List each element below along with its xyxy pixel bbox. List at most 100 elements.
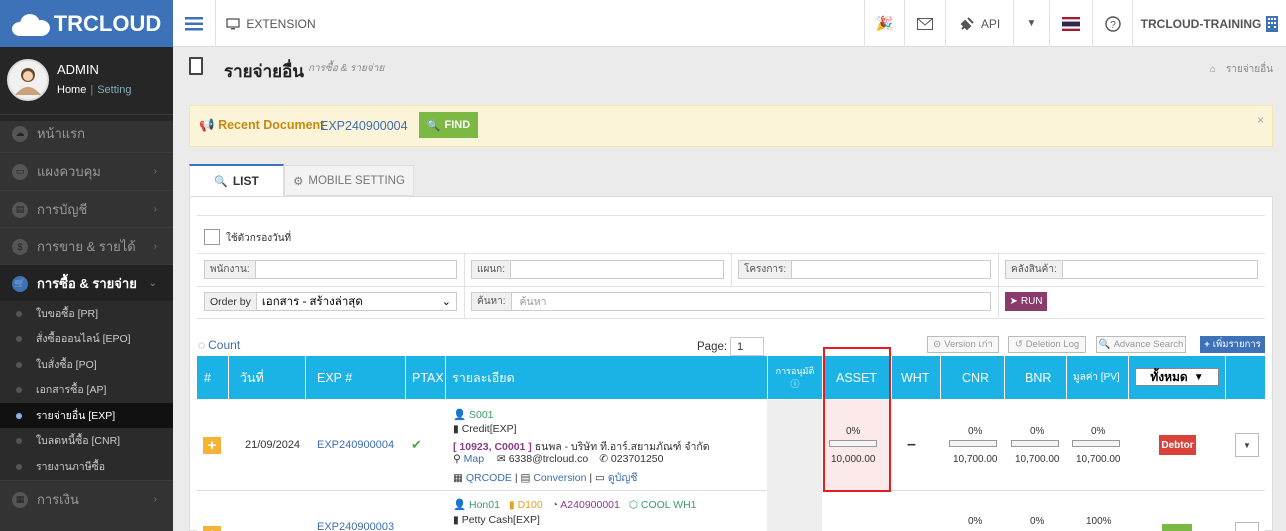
date-filter-checkbox[interactable] [204, 229, 220, 245]
expand-row-button[interactable]: + [203, 526, 221, 531]
count-link[interactable]: ◌ Count [198, 338, 240, 352]
book-icon: ▮ [453, 423, 459, 435]
employee-field[interactable]: พนักงาน: [204, 260, 457, 279]
detail-payment-text: Petty Cash[EXP] [461, 514, 540, 526]
home-link[interactable]: Home [57, 84, 86, 96]
help-button[interactable]: ? [1092, 0, 1132, 47]
project-field[interactable]: โครงการ: [738, 260, 991, 279]
advance-search-button[interactable]: 🔍 Advance Search [1096, 336, 1186, 353]
order-by-select[interactable]: Order by เอกสาร - สร้างล่าสุด ⌄ [204, 292, 457, 311]
sidebar-sub-label: สั่งซื้อออนไลน์ [EPO] [36, 333, 131, 346]
sidebar-sub-ap[interactable]: เอกสารซื้อ [AP] [0, 377, 173, 403]
sidebar-sub-epo[interactable]: สั่งซื้อออนไลน์ [EPO] [0, 326, 173, 352]
user-avatar-icon [15, 68, 41, 95]
search-icon: 🔍 [214, 175, 228, 188]
row-exp-link[interactable]: EXP240900004 [317, 439, 394, 451]
sidebar-item-accounting[interactable]: ▤ การบัญชี › [0, 190, 173, 228]
deletion-log-button[interactable]: ↺ Deletion Log [1008, 336, 1086, 353]
sidebar-item-sales[interactable]: $ การขาย & รายได้ › [0, 227, 173, 265]
close-icon[interactable]: × [1257, 113, 1264, 127]
plug-icon [960, 16, 974, 30]
cnr-percent: 0% [968, 426, 983, 437]
divider [998, 253, 999, 318]
sidebar-item-dashboard[interactable]: ▭ แผงควบคุม › [0, 152, 173, 190]
language-button[interactable] [1049, 0, 1092, 47]
party-popper-icon: 🎉 [875, 15, 894, 31]
page-label: Page: [697, 341, 728, 353]
detail-payment: ▮ Credit[EXP] [453, 423, 517, 435]
avatar[interactable] [7, 59, 49, 101]
row-exp-link[interactable]: EXP240900003 [317, 521, 394, 531]
sidebar-sub-pr[interactable]: ใบขอซื้อ [PR] [0, 301, 173, 327]
brand-logo[interactable]: TRCLOUD [0, 0, 173, 47]
col-exp[interactable]: EXP # [317, 356, 352, 399]
email-text: 6338@trcloud.co [508, 453, 589, 465]
monitor-icon: ▭ [595, 472, 605, 484]
search-field[interactable]: ค้นหา: ค้นหา [471, 292, 991, 311]
extension-button[interactable]: EXTENSION [215, 0, 326, 47]
monitor-icon: ▭ [12, 163, 28, 180]
status-filter-select[interactable]: ทั้งหมด ▼ [1135, 368, 1219, 386]
account-menu[interactable]: TRCLOUD-TRAINING [1132, 0, 1286, 47]
divider [1128, 356, 1129, 399]
department-field[interactable]: แผนก: [471, 260, 724, 279]
api-dropdown[interactable]: ▼ [1013, 0, 1049, 47]
extension-label: EXTENSION [246, 16, 316, 31]
menu-toggle-button[interactable] [173, 0, 215, 47]
sidebar-sub-exp[interactable]: รายจ่ายอื่น [EXP] [0, 403, 173, 429]
home-icon[interactable]: ⌂ [1210, 64, 1216, 75]
col-date[interactable]: วันที่ [240, 356, 264, 399]
sidebar-item-purchase[interactable]: 🛒 การซื้อ & รายจ่าย ⌄ [0, 264, 173, 302]
search-input[interactable]: ค้นหา [512, 293, 547, 310]
sidebar-sub-po[interactable]: ใบสั่งซื้อ [PO] [0, 352, 173, 378]
find-button[interactable]: 🔍 FIND [419, 112, 478, 138]
qrcode-link[interactable]: QRCODE [466, 472, 512, 484]
view-account-link[interactable]: ดูบัญชี [608, 472, 638, 484]
page-input[interactable]: 1 [730, 337, 764, 356]
row-date: 21/09/2024 [245, 439, 301, 451]
status-badge[interactable]: Debtor [1159, 435, 1196, 455]
detail-user-text: S001 [469, 409, 494, 421]
party-button[interactable]: 🎉 [864, 0, 904, 47]
api-button[interactable]: API [945, 0, 1013, 47]
divider [197, 286, 1265, 287]
warehouse-field[interactable]: คลังสินค้า: [1005, 260, 1258, 279]
chevron-down-icon: ▼ [1193, 371, 1204, 383]
user-icon: 👤 [453, 499, 467, 511]
sidebar-sub-cnr[interactable]: ใบลดหนี้ซื้อ [CNR] [0, 428, 173, 454]
conversion-link[interactable]: Conversion [533, 472, 586, 484]
value-percent: 0% [1091, 426, 1106, 437]
sidebar-item-label: หน้าแรก [37, 126, 85, 141]
status-badge[interactable] [1162, 524, 1192, 531]
sidebar-item-finance[interactable]: ▦ การเงิน › [0, 480, 173, 518]
map-link[interactable]: Map [464, 453, 484, 465]
add-item-button[interactable]: + เพิ่มรายการ [1200, 336, 1265, 353]
project-label: โครงการ: [739, 261, 793, 278]
plus-icon: + [208, 526, 217, 531]
row-action-dropdown[interactable] [1235, 522, 1259, 531]
envelope-icon: ✉ [496, 453, 506, 465]
run-button[interactable]: ➤ RUN [1005, 292, 1047, 311]
sidebar-item-home[interactable]: ☁ หน้าแรก [0, 114, 173, 152]
sidebar-sub-tax-report[interactable]: รายงานภาษีซื้อ [0, 454, 173, 480]
vendor-code[interactable]: [ 10923, C0001 ] [453, 441, 532, 453]
cart-icon: 🛒 [12, 275, 28, 292]
divider [1004, 356, 1005, 399]
setting-link[interactable]: Setting [97, 84, 131, 96]
mail-button[interactable] [904, 0, 945, 47]
detail-links: ▦ QRCODE | ▤ Conversion | ▭ ดูบัญชี [453, 472, 638, 484]
order-by-label: Order by [205, 293, 257, 310]
recent-document-link[interactable]: EXP240900004 [320, 119, 408, 133]
row-action-dropdown[interactable]: ▼ [1235, 433, 1259, 457]
employee-label: พนักงาน: [205, 261, 256, 278]
thai-flag-icon [1062, 16, 1080, 31]
ptax-check-icon: ✔ [411, 437, 422, 452]
version-old-button[interactable]: ⊙ Version เก่า [927, 336, 999, 353]
divider [1066, 356, 1067, 399]
sidebar-sub-label: ใบสั่งซื้อ [PO] [36, 359, 97, 372]
tab-list[interactable]: 🔍 LIST [189, 164, 284, 196]
sidebar-sub-label: ใบลดหนี้ซื้อ [CNR] [36, 435, 121, 448]
breadcrumb-current: รายจ่ายอื่น [1225, 64, 1273, 75]
tab-mobile-setting[interactable]: ⚙ MOBILE SETTING [284, 165, 414, 196]
expand-row-button[interactable]: + [203, 437, 221, 454]
